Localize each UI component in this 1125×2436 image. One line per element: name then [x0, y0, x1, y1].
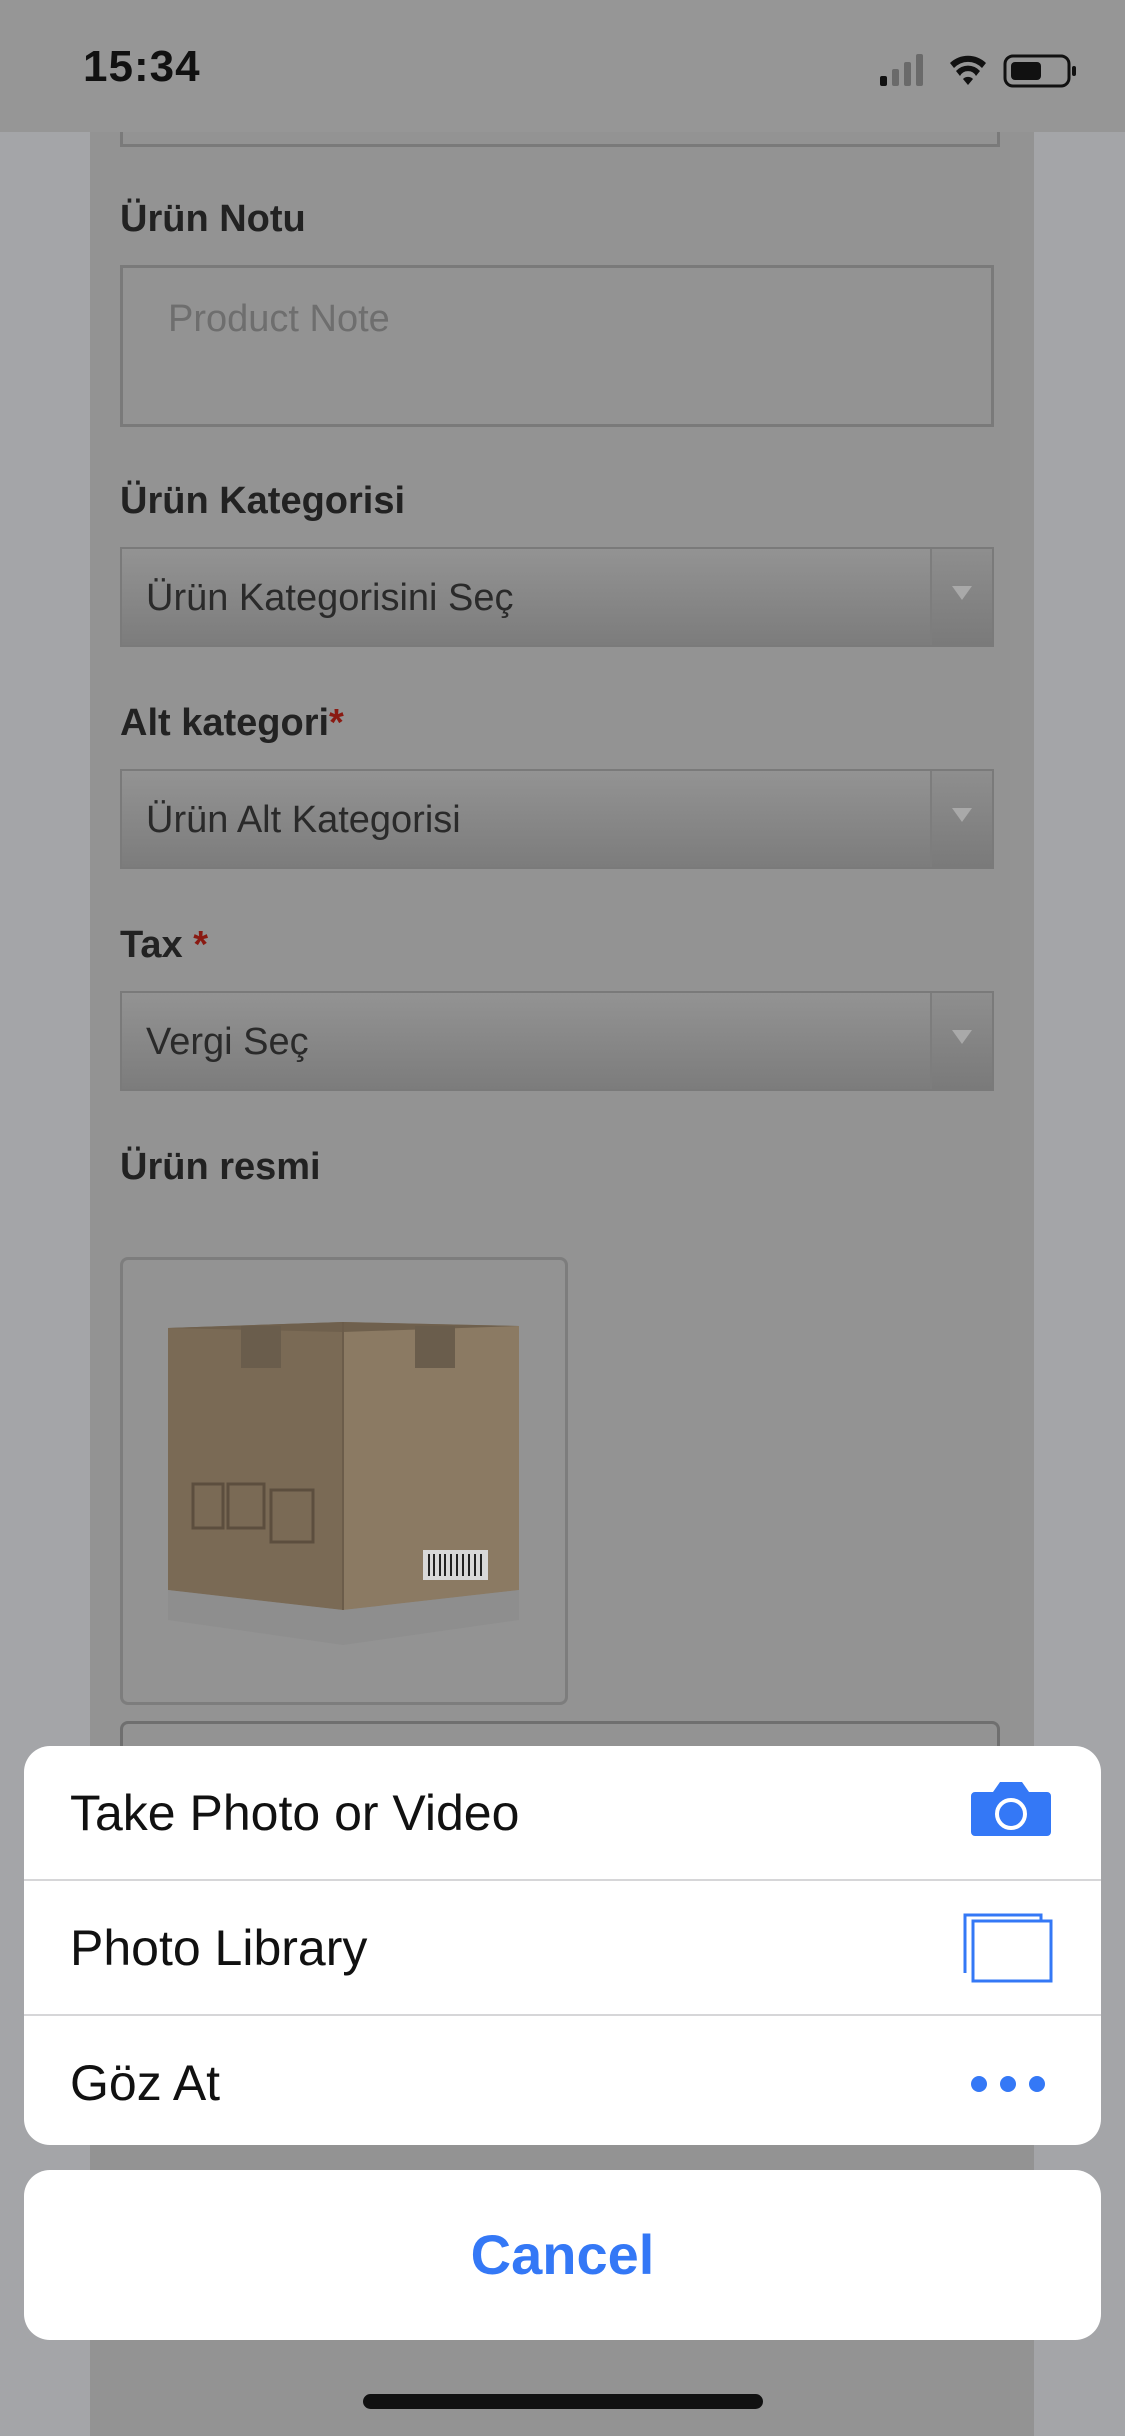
browse-label: Göz At — [70, 2055, 221, 2111]
required-marker: * — [329, 702, 344, 744]
chevron-down-icon — [930, 993, 992, 1089]
photo-library-label: Photo Library — [70, 1920, 368, 1976]
more-dots-icon — [971, 2076, 1045, 2092]
chevron-down-icon — [930, 771, 992, 867]
wifi-icon — [950, 55, 986, 85]
previous-field[interactable] — [120, 132, 1000, 147]
product-note-placeholder: Product Note — [168, 298, 390, 340]
photo-library-option[interactable]: Photo Library — [24, 1879, 1101, 2014]
subcategory-select-value: Ürün Alt Kategorisi — [146, 799, 461, 841]
cancel-button[interactable]: Cancel — [24, 2170, 1101, 2340]
signal-icon — [880, 54, 923, 86]
tax-select[interactable]: Vergi Seç — [120, 991, 994, 1091]
status-icons — [880, 54, 1076, 88]
battery-icon — [1003, 54, 1076, 88]
action-sheet: Take Photo or Video Photo Library Göz At — [24, 1746, 1101, 2145]
required-marker: * — [193, 924, 209, 966]
status-time: 15:34 — [83, 42, 201, 91]
tax-label: Tax * — [120, 924, 209, 966]
subcategory-select[interactable]: Ürün Alt Kategorisi — [120, 769, 994, 869]
cardboard-box-icon — [168, 1322, 519, 1645]
category-label: Ürün Kategorisi — [120, 480, 406, 522]
take-photo-option[interactable]: Take Photo or Video — [24, 1746, 1101, 1879]
category-select[interactable]: Ürün Kategorisini Seç — [120, 547, 994, 647]
take-photo-label: Take Photo or Video — [70, 1785, 520, 1841]
photo-library-icon — [963, 1913, 1053, 1983]
home-indicator[interactable] — [363, 2394, 763, 2409]
tax-select-value: Vergi Seç — [146, 1021, 309, 1063]
camera-icon — [971, 1782, 1051, 1836]
chevron-down-icon — [930, 549, 992, 645]
status-bar: 15:34 — [0, 0, 1125, 132]
product-note-field[interactable]: Product Note — [120, 265, 994, 427]
category-select-value: Ürün Kategorisini Seç — [146, 577, 514, 619]
subcategory-label: Alt kategori* — [120, 702, 344, 744]
browse-option[interactable]: Göz At — [24, 2014, 1101, 2145]
product-image-label: Ürün resmi — [120, 1146, 321, 1188]
product-image-picker[interactable] — [120, 1257, 568, 1705]
product-note-label: Ürün Notu — [120, 198, 306, 240]
